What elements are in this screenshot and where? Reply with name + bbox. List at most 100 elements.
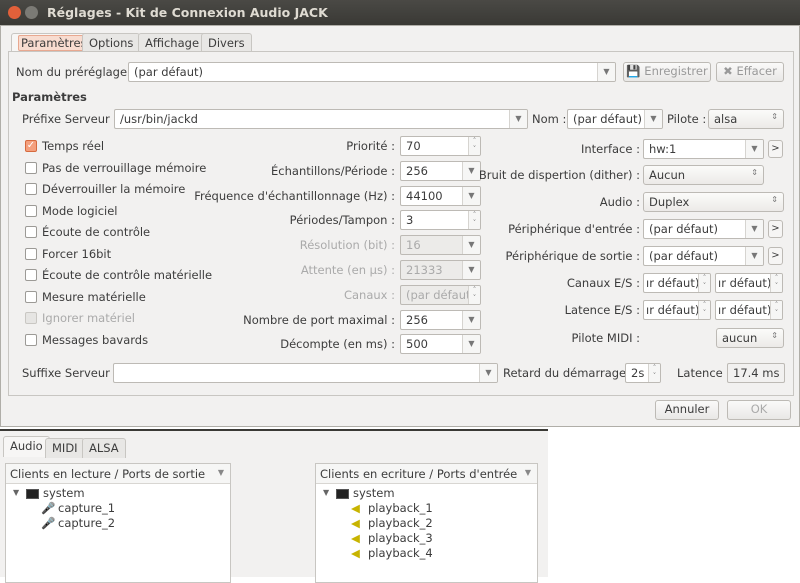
expand-button[interactable]: > bbox=[768, 140, 783, 158]
tab-label: Paramètres bbox=[18, 35, 90, 51]
checkbox-label[interactable]: Pas de verrouillage mémoire bbox=[42, 161, 206, 175]
chevron-down-icon[interactable]: ▼ bbox=[745, 140, 763, 158]
checkbox[interactable] bbox=[25, 226, 37, 238]
chevron-down-icon[interactable]: ▼ bbox=[597, 63, 615, 81]
field-input[interactable]: 3 ˄ ˅ bbox=[400, 210, 481, 231]
checkbox-label[interactable]: Messages bavards bbox=[42, 333, 148, 347]
port-name[interactable]: playback_1 bbox=[368, 501, 433, 515]
checkbox[interactable] bbox=[25, 247, 37, 260]
chevron-down-icon[interactable]: ▼ bbox=[745, 247, 763, 265]
port-name[interactable]: playback_4 bbox=[368, 546, 433, 560]
chevron-down-icon[interactable]: ▼ bbox=[462, 161, 480, 180]
checkbox[interactable] bbox=[25, 183, 37, 195]
field-label: Décompte (en ms) : bbox=[280, 337, 395, 352]
field-combo[interactable]: (par défaut) ▼ bbox=[643, 219, 764, 239]
writable-header[interactable]: Clients en ecriture / Ports d'entrée ▼ bbox=[316, 464, 537, 484]
field-value: (par défaut) bbox=[406, 287, 475, 302]
spin-icon[interactable]: ˄ ˅ bbox=[770, 274, 782, 292]
field-input[interactable]: 256 ▼ bbox=[400, 160, 481, 181]
field-value: 256 bbox=[406, 312, 428, 327]
ok-button[interactable]: OK bbox=[727, 400, 791, 420]
cancel-button[interactable]: Annuler bbox=[655, 400, 719, 420]
spin-icon[interactable]: ˄ ˅ bbox=[698, 301, 710, 319]
field-label: Audio : bbox=[599, 195, 640, 209]
checkbox[interactable] bbox=[25, 269, 37, 281]
tab-options[interactable]: Options bbox=[82, 33, 141, 53]
checkbox[interactable] bbox=[25, 161, 37, 174]
chevron-down-icon[interactable]: ▼ bbox=[462, 310, 480, 329]
field-input[interactable]: 500 ▼ bbox=[400, 334, 481, 355]
port-name[interactable]: capture_2 bbox=[58, 516, 115, 530]
chevron-down-icon[interactable]: ▼ bbox=[462, 335, 480, 354]
expand-icon[interactable]: ▼ bbox=[323, 488, 329, 497]
checkbox[interactable] bbox=[25, 204, 37, 217]
field-combo[interactable]: (par défaut) ▼ bbox=[643, 246, 764, 266]
delete-button[interactable]: ✖ Effacer bbox=[716, 62, 784, 82]
field-spin[interactable]: ır défaut) ˄ ˅ bbox=[643, 273, 711, 293]
field-value: 500 bbox=[406, 337, 428, 352]
field-spin[interactable]: ır défaut) ˄ ˅ bbox=[643, 300, 711, 320]
field-input: 21333 ▼ bbox=[400, 260, 481, 280]
field-combo[interactable]: hw:1 ▼ bbox=[643, 139, 764, 159]
checkbox-label[interactable]: Mode logiciel bbox=[42, 204, 118, 218]
expand-button[interactable]: > bbox=[768, 247, 783, 265]
spin-icon[interactable]: ˄ ˅ bbox=[698, 274, 710, 292]
tab-alsa[interactable]: ALSA bbox=[82, 438, 126, 458]
writable-clients-tree[interactable]: Clients en ecriture / Ports d'entrée ▼ ▼ s… bbox=[315, 463, 538, 583]
close-icon[interactable] bbox=[8, 6, 21, 19]
checkbox[interactable] bbox=[25, 333, 37, 346]
chevron-down-icon[interactable]: ▼ bbox=[479, 364, 497, 382]
field-value: aucun bbox=[722, 331, 758, 345]
spin-icon[interactable]: ˄ ˅ bbox=[770, 301, 782, 319]
readable-header[interactable]: Clients en lecture / Ports de sortie ▼ bbox=[6, 464, 230, 484]
spin-icon[interactable]: ˄ ˅ bbox=[468, 137, 480, 155]
tab-divers[interactable]: Divers bbox=[201, 33, 252, 53]
client-name[interactable]: system bbox=[43, 486, 85, 500]
server-prefix-input[interactable]: /usr/bin/jackd ▼ bbox=[114, 109, 528, 129]
field-spin[interactable]: ır défaut) ˄ ˅ bbox=[715, 273, 783, 293]
expand-button[interactable]: > bbox=[768, 220, 783, 238]
chevron-down-icon[interactable]: ▼ bbox=[462, 186, 480, 205]
checkbox[interactable] bbox=[25, 290, 37, 303]
minimize-icon[interactable] bbox=[25, 6, 38, 19]
field-input[interactable]: 256 ▼ bbox=[400, 309, 481, 330]
field-label: Résolution (bit) : bbox=[299, 238, 395, 253]
field-value: ır défaut) bbox=[646, 276, 700, 290]
tab-audio[interactable]: Audio bbox=[3, 436, 50, 457]
checkbox-label[interactable]: Temps réel bbox=[42, 139, 104, 153]
chevron-down-icon[interactable]: ▼ bbox=[509, 110, 527, 128]
field-combo[interactable]: Duplex ⇕ bbox=[643, 192, 784, 212]
field-input[interactable]: 70 ˄ ˅ bbox=[400, 136, 481, 156]
client-name[interactable]: system bbox=[353, 486, 395, 500]
spin-icon[interactable]: ˄ ˅ bbox=[648, 364, 660, 382]
spin-icon[interactable]: ˄ ˅ bbox=[468, 211, 480, 230]
checkbox-label[interactable]: Écoute de contrôle bbox=[42, 225, 150, 239]
chevron-down-icon[interactable]: ▼ bbox=[745, 220, 763, 238]
field-spin[interactable]: ır défaut) ˄ ˅ bbox=[715, 300, 783, 320]
tab-affichage[interactable]: Affichage bbox=[138, 33, 207, 53]
preset-combo[interactable]: (par défaut) ▼ bbox=[128, 62, 616, 82]
expand-icon[interactable]: ▼ bbox=[13, 488, 19, 497]
field-combo[interactable]: Aucun ⇕ bbox=[643, 165, 764, 185]
start-delay-spin[interactable]: 2s ˄ ˅ bbox=[625, 363, 661, 383]
name-combo[interactable]: (par défaut) ▼ bbox=[567, 109, 663, 129]
checkbox-label[interactable]: Mesure matérielle bbox=[42, 290, 146, 304]
field-input[interactable]: 44100 ▼ bbox=[400, 185, 481, 206]
server-suffix-input[interactable]: ▼ bbox=[113, 363, 498, 383]
checkbox-label[interactable]: Déverrouiller la mémoire bbox=[42, 182, 185, 196]
chevron-down-icon[interactable]: ▼ bbox=[644, 110, 662, 128]
field-combo[interactable]: aucun ⇕ bbox=[716, 328, 784, 348]
port-name[interactable]: playback_3 bbox=[368, 531, 433, 545]
save-button[interactable]: 💾 Enregistrer bbox=[623, 62, 711, 82]
microphone-icon: 🎤 bbox=[41, 501, 56, 515]
driver-combo[interactable]: alsa ⇕ bbox=[708, 109, 784, 129]
checkbox-label[interactable]: Forcer 16bit bbox=[42, 247, 111, 261]
checkbox-label[interactable]: Écoute de contrôle matérielle bbox=[42, 268, 212, 282]
latency-value: 17.4 ms bbox=[727, 363, 785, 383]
port-name[interactable]: capture_1 bbox=[58, 501, 115, 515]
readable-clients-tree[interactable]: Clients en lecture / Ports de sortie ▼ ▼ s… bbox=[5, 463, 231, 583]
tab-midi[interactable]: MIDI bbox=[45, 438, 85, 458]
field-label: Canaux E/S : bbox=[566, 276, 640, 290]
checkbox[interactable]: ✓ bbox=[25, 140, 37, 152]
port-name[interactable]: playback_2 bbox=[368, 516, 433, 530]
